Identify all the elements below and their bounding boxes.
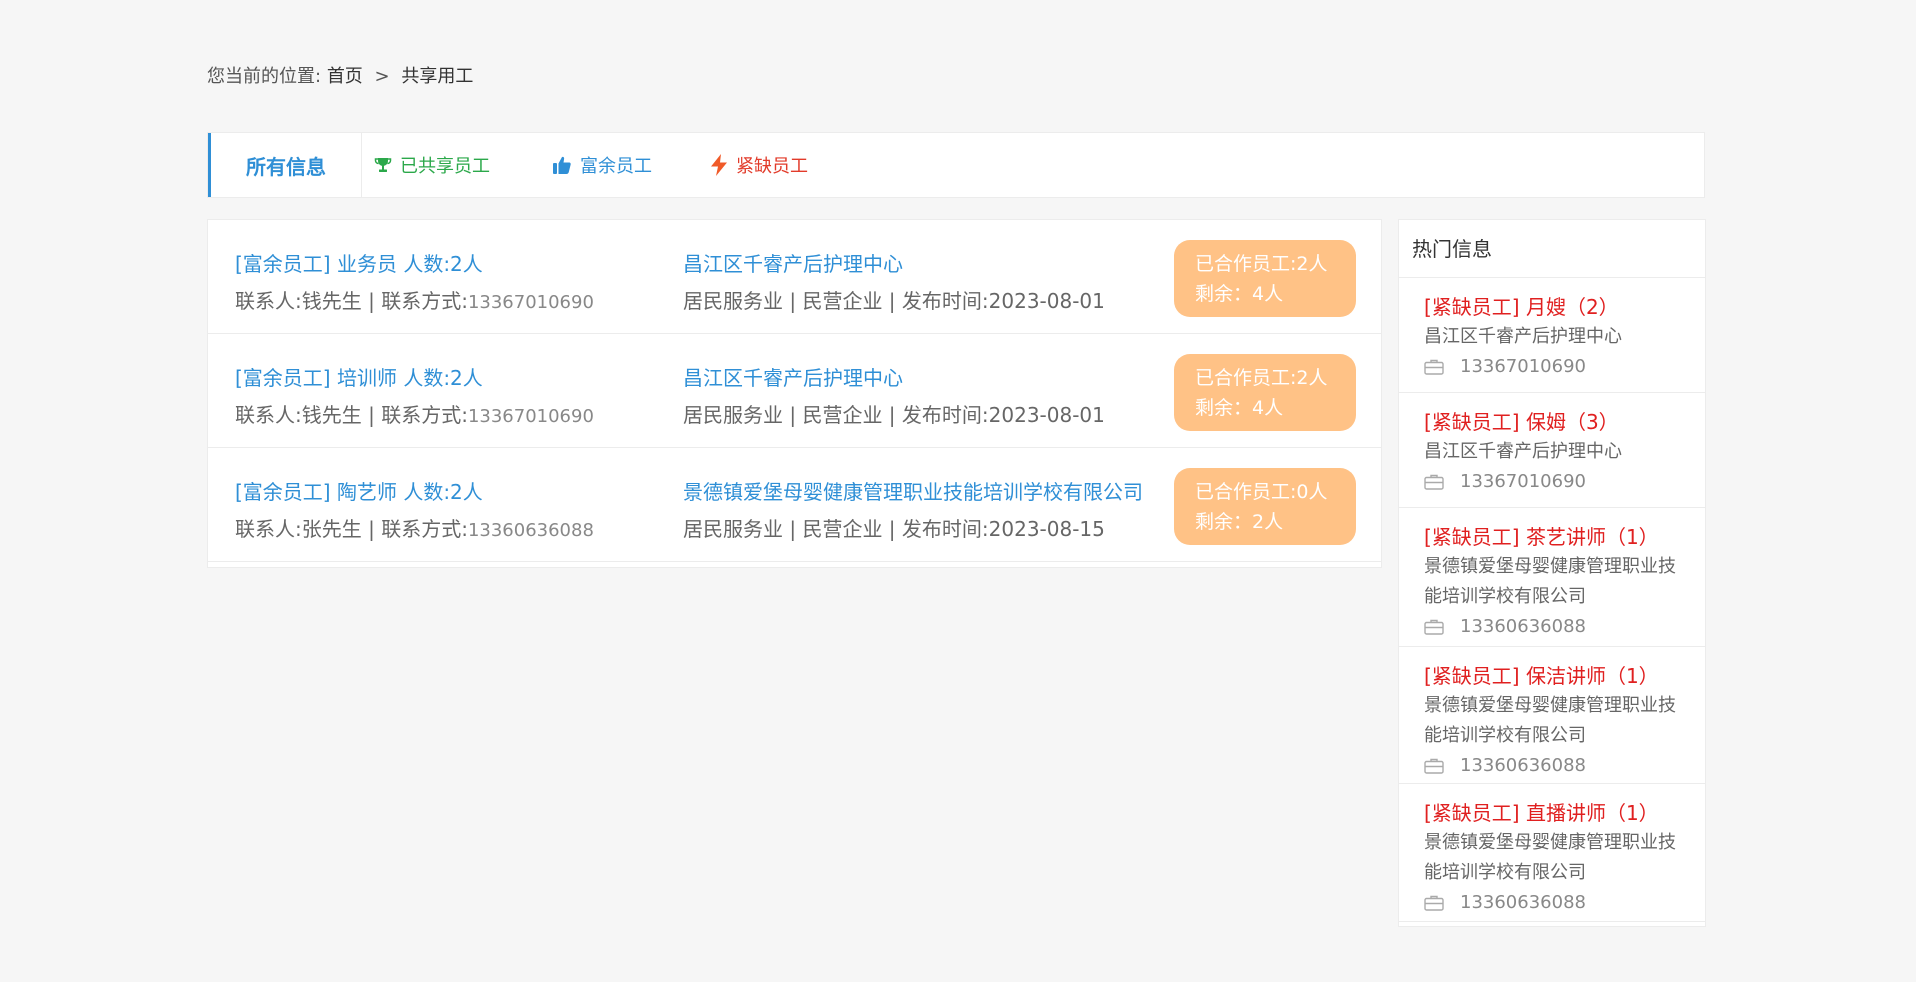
hot-item-phone: 13360636088 — [1460, 892, 1586, 913]
item-company-link[interactable]: 昌江区千睿产后护理中心 — [683, 248, 903, 277]
hot-item[interactable]: [紧缺员工] 保姆（3） 昌江区千睿产后护理中心 13367010690 — [1399, 393, 1705, 508]
tab-all-info[interactable]: 所有信息 — [208, 133, 362, 197]
item-contact-text: 联系人:钱先生 | 联系方式: — [235, 289, 468, 313]
tab-shortage-employees[interactable]: 紧缺员工 — [710, 133, 808, 197]
breadcrumb-home-link[interactable]: 首页 — [327, 66, 363, 87]
hot-item-phone-row: 13360636088 — [1424, 612, 1685, 642]
hot-item-phone: 13360636088 — [1460, 616, 1586, 637]
item-company-link[interactable]: 景德镇爱堡母婴健康管理职业技能培训学校有限公司 — [683, 476, 1143, 505]
hot-info-title: 热门信息 — [1399, 220, 1705, 278]
briefcase-icon — [1424, 758, 1444, 774]
hot-item-company: 景德镇爱堡母婴健康管理职业技能培训学校有限公司 — [1424, 556, 1676, 607]
cooperation-badge: 已合作员工:0人 剩余：2人 — [1174, 468, 1356, 545]
item-contact-text: 联系人:张先生 | 联系方式: — [235, 517, 468, 541]
hot-item-company: 景德镇爱堡母婴健康管理职业技能培训学校有限公司 — [1424, 695, 1676, 746]
tab-surplus-employees[interactable]: 富余员工 — [552, 133, 652, 197]
badge-remaining: 剩余：4人 — [1195, 397, 1284, 419]
badge-remaining: 剩余：4人 — [1195, 283, 1284, 305]
hot-item-title[interactable]: [紧缺员工] 保洁讲师（1） — [1424, 661, 1685, 691]
item-contact: 联系人:钱先生 | 联系方式:13367010690 — [235, 285, 594, 314]
badge-cooperated: 已合作员工:2人 — [1195, 367, 1328, 389]
hot-item-phone: 13360636088 — [1460, 755, 1586, 776]
hot-item-title[interactable]: [紧缺员工] 保姆（3） — [1424, 407, 1685, 437]
badge-remaining: 剩余：2人 — [1195, 511, 1284, 533]
hot-item-title[interactable]: [紧缺员工] 月嫂（2） — [1424, 292, 1685, 322]
list-item[interactable]: [富余员工] 业务员 人数:2人 联系人:钱先生 | 联系方式:13367010… — [208, 220, 1381, 334]
hot-item-phone: 13367010690 — [1460, 471, 1586, 492]
tab-shortage-label: 紧缺员工 — [736, 156, 808, 177]
employee-list: [富余员工] 业务员 人数:2人 联系人:钱先生 | 联系方式:13367010… — [207, 219, 1382, 568]
hot-item-company: 景德镇爱堡母婴健康管理职业技能培训学校有限公司 — [1424, 832, 1676, 883]
tab-surplus-label: 富余员工 — [580, 156, 652, 177]
item-meta: 居民服务业 | 民营企业 | 发布时间:2023-08-15 — [683, 517, 1105, 541]
list-footer-spacer — [208, 562, 1381, 567]
item-company-link[interactable]: 昌江区千睿产后护理中心 — [683, 362, 903, 391]
hot-item[interactable]: [紧缺员工] 月嫂（2） 昌江区千睿产后护理中心 13367010690 — [1399, 278, 1705, 393]
lightning-icon — [710, 154, 728, 176]
item-phone: 13360636088 — [467, 520, 594, 541]
hot-item-phone-row: 13367010690 — [1424, 352, 1685, 382]
breadcrumb-current: 共享用工 — [401, 66, 474, 87]
hot-item-company: 昌江区千睿产后护理中心 — [1424, 441, 1622, 462]
item-meta: 居民服务业 | 民营企业 | 发布时间:2023-08-01 — [683, 289, 1105, 313]
cooperation-badge: 已合作员工:2人 剩余：4人 — [1174, 240, 1356, 317]
hot-item-title[interactable]: [紧缺员工] 茶艺讲师（1） — [1424, 522, 1685, 552]
list-item[interactable]: [富余员工] 培训师 人数:2人 联系人:钱先生 | 联系方式:13367010… — [208, 334, 1381, 448]
thumbs-up-icon — [552, 155, 572, 175]
tab-shared-employees[interactable]: 已共享员工 — [374, 133, 490, 197]
hot-item-phone: 13367010690 — [1460, 356, 1586, 377]
breadcrumb: 您当前的位置: 首页 > 共享用工 — [207, 62, 473, 88]
badge-cooperated: 已合作员工:0人 — [1195, 481, 1328, 503]
hot-item-phone-row: 13360636088 — [1424, 751, 1685, 781]
hot-item[interactable]: [紧缺员工] 保洁讲师（1） 景德镇爱堡母婴健康管理职业技能培训学校有限公司 1… — [1399, 647, 1705, 784]
item-title[interactable]: [富余员工] 陶艺师 人数:2人 — [235, 476, 483, 505]
item-title[interactable]: [富余员工] 培训师 人数:2人 — [235, 362, 483, 391]
briefcase-icon — [1424, 359, 1444, 375]
briefcase-icon — [1424, 895, 1444, 911]
cooperation-badge: 已合作员工:2人 剩余：4人 — [1174, 354, 1356, 431]
trophy-icon — [374, 156, 392, 174]
badge-cooperated: 已合作员工:2人 — [1195, 253, 1328, 275]
hot-item-title[interactable]: [紧缺员工] 直播讲师（1） — [1424, 798, 1685, 828]
item-contact: 联系人:钱先生 | 联系方式:13367010690 — [235, 399, 594, 428]
hot-item[interactable]: [紧缺员工] 直播讲师（1） 景德镇爱堡母婴健康管理职业技能培训学校有限公司 1… — [1399, 784, 1705, 922]
hot-item-phone-row: 13367010690 — [1424, 467, 1685, 497]
item-contact-text: 联系人:钱先生 | 联系方式: — [235, 403, 468, 427]
filter-tabs: 所有信息 已共享员工 富余员工 紧缺员工 — [207, 132, 1705, 198]
hot-item-company: 昌江区千睿产后护理中心 — [1424, 326, 1622, 347]
briefcase-icon — [1424, 619, 1444, 635]
hot-info-panel: 热门信息 [紧缺员工] 月嫂（2） 昌江区千睿产后护理中心 1336701069… — [1398, 219, 1706, 927]
tab-shared-label: 已共享员工 — [400, 156, 490, 177]
breadcrumb-separator: > — [374, 66, 390, 87]
item-phone: 13367010690 — [467, 292, 594, 313]
hot-item[interactable]: [紧缺员工] 茶艺讲师（1） 景德镇爱堡母婴健康管理职业技能培训学校有限公司 1… — [1399, 508, 1705, 647]
item-contact: 联系人:张先生 | 联系方式:13360636088 — [235, 513, 594, 542]
briefcase-icon — [1424, 474, 1444, 490]
item-title[interactable]: [富余员工] 业务员 人数:2人 — [235, 248, 483, 277]
hot-item-phone-row: 13360636088 — [1424, 888, 1685, 918]
list-item[interactable]: [富余员工] 陶艺师 人数:2人 联系人:张先生 | 联系方式:13360636… — [208, 448, 1381, 562]
breadcrumb-prefix: 您当前的位置: — [207, 66, 322, 87]
page: 您当前的位置: 首页 > 共享用工 所有信息 已共享员工 富余员工 紧缺员工 [… — [0, 0, 1916, 982]
item-phone: 13367010690 — [467, 406, 594, 427]
item-meta: 居民服务业 | 民营企业 | 发布时间:2023-08-01 — [683, 403, 1105, 427]
